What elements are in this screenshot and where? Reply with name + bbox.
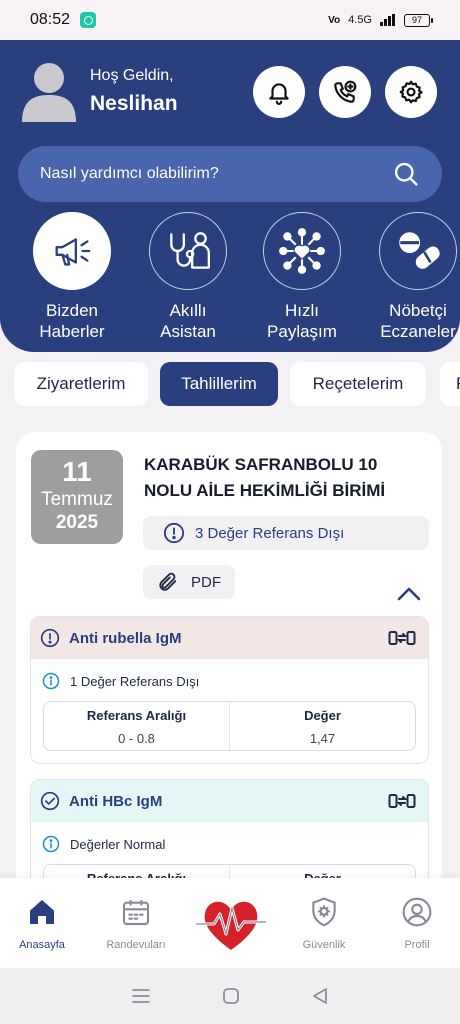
nav-label: Anasayfa (19, 939, 65, 951)
notifications-button[interactable] (253, 66, 305, 118)
ref-range-value: 0 - 0.8 (118, 731, 155, 746)
quick-action-label-2: Eczaneler (380, 322, 456, 341)
date-month: Temmuz (41, 489, 113, 510)
test-status: Değerler Normal (31, 822, 428, 856)
exclamation-circle-icon (40, 628, 60, 648)
pills-icon (399, 232, 440, 269)
nav-security[interactable]: Güvenlik (279, 896, 369, 951)
test-status-text: Değerler Normal (70, 836, 166, 852)
date-box: 11 Temmuz 2025 (31, 450, 123, 544)
home-square-icon[interactable] (222, 987, 240, 1005)
pdf-button[interactable]: PDF (143, 565, 235, 599)
quick-action-assistant[interactable]: Akıllı Asistan (138, 212, 238, 342)
search-placeholder: Nasıl yardımcı olabilirim? (40, 165, 219, 182)
tab-prescriptions[interactable]: Reçetelerim (290, 362, 426, 406)
battery-icon: 97 (404, 13, 433, 27)
test-name: Anti HBc IgM (69, 792, 163, 810)
nav-label: Güvenlik (302, 939, 346, 951)
chat-notification-icon (80, 12, 97, 28)
info-icon (42, 672, 60, 690)
out-of-range-summary: 3 Değer Referans Dışı (143, 516, 429, 550)
quick-action-pharmacies[interactable]: Nöbetçi Eczaneler (368, 212, 460, 342)
home-icon (30, 900, 54, 924)
date-year: 2025 (55, 512, 99, 533)
nav-home[interactable]: Anasayfa (0, 896, 87, 951)
exclamation-circle-icon (163, 522, 185, 544)
shield-gear-icon (312, 897, 336, 927)
bottom-navigation: Anasayfa Randevuları Güvenlik Profil (0, 878, 460, 968)
compare-icon[interactable] (388, 791, 416, 811)
heart-logo-icon (196, 901, 266, 950)
quick-action-label-2: Paylaşım (267, 322, 337, 341)
header: Hoş Geldin, Neslihan Nasıl yardımcı olab… (0, 40, 460, 352)
test-status-text: 1 Değer Referans Dışı (70, 673, 200, 689)
settings-button[interactable] (385, 66, 437, 118)
megaphone-icon (55, 238, 91, 266)
status-time: 08:52 (30, 11, 71, 28)
quick-action-circle (379, 212, 457, 290)
date-day: 11 (62, 456, 92, 487)
username: Neslihan (90, 92, 178, 115)
greeting-text: Hoş Geldin, (90, 67, 174, 84)
test-value: 1,47 (309, 731, 336, 746)
check-circle-icon (40, 791, 60, 811)
test-result-card: 11 Temmuz 2025 KARABÜK SAFRANBOLU 10 NOL… (16, 432, 442, 892)
system-navigation-bar (0, 968, 460, 1024)
share-network-heart-icon (279, 228, 325, 274)
quick-action-circle (263, 212, 341, 290)
back-icon[interactable] (311, 987, 329, 1005)
nav-label: Randevuları (106, 939, 166, 951)
test-name: Anti rubella IgM (69, 629, 182, 647)
test-header: Anti HBc IgM (31, 780, 428, 822)
chevron-up-icon[interactable] (396, 586, 422, 602)
nav-profile[interactable]: Profil (372, 896, 460, 951)
avatar[interactable] (22, 62, 76, 122)
out-of-range-text: 3 Değer Referans Dışı (195, 524, 345, 542)
reference-table: Referans Aralığı 0 - 0.8 Değer 1,47 (43, 701, 416, 751)
test-header: Anti rubella IgM (31, 617, 428, 659)
quick-action-label-1: Nöbetçi (389, 301, 447, 320)
tab-tests[interactable]: Tahlillerim (160, 362, 278, 406)
call-add-button[interactable] (319, 66, 371, 118)
test-item-anti-hbc[interactable]: Anti HBc IgM Değerler Normal Referans Ar… (30, 779, 429, 892)
stethoscope-doctor-icon (170, 232, 210, 269)
status-bar: 08:52 Vo 4.5G 97 (0, 0, 460, 40)
info-icon (42, 835, 60, 853)
signal-icon (380, 14, 395, 26)
gear-icon (399, 80, 423, 104)
quick-action-label-1: Hızlı (285, 301, 319, 320)
search-icon[interactable] (392, 160, 420, 188)
tab-more[interactable]: R (440, 362, 460, 406)
user-icon (402, 897, 432, 927)
quick-action-label-2: Haberler (39, 322, 105, 341)
bell-icon (269, 83, 289, 105)
search-bar[interactable]: Nasıl yardımcı olabilirim? (18, 146, 442, 202)
quick-action-label-1: Bizden (46, 301, 98, 320)
quick-action-circle (149, 212, 227, 290)
nav-appointments[interactable]: Randevuları (91, 896, 181, 951)
calendar-icon (122, 900, 150, 926)
value-header: Değer (304, 708, 341, 723)
menu-icon[interactable] (131, 987, 151, 1005)
quick-action-label-2: Asistan (160, 322, 216, 341)
tab-visits[interactable]: Ziyaretlerim (14, 362, 148, 406)
nav-center-logo[interactable] (196, 892, 266, 956)
clinic-name: KARABÜK SAFRANBOLU 10 NOLU AİLE HEKİMLİĞ… (144, 455, 386, 500)
pdf-label: PDF (191, 573, 221, 591)
quick-action-circle (33, 212, 111, 290)
quick-action-news[interactable]: Bizden Haberler (22, 212, 122, 342)
phone-plus-icon (334, 80, 357, 103)
nav-label: Profil (404, 939, 430, 951)
test-item-anti-rubella[interactable]: Anti rubella IgM 1 Değer Referans Dışı R… (30, 616, 429, 764)
volte-icon: Vo (328, 14, 341, 26)
test-status: 1 Değer Referans Dışı (31, 659, 428, 693)
quick-action-share[interactable]: Hızlı Paylaşım (252, 212, 352, 342)
battery-level: 97 (411, 15, 422, 25)
paperclip-icon (159, 572, 177, 591)
compare-icon[interactable] (388, 628, 416, 648)
quick-action-label-1: Akıllı (169, 301, 207, 320)
network-label: 4.5G (348, 14, 372, 26)
ref-range-header: Referans Aralığı (86, 708, 187, 723)
